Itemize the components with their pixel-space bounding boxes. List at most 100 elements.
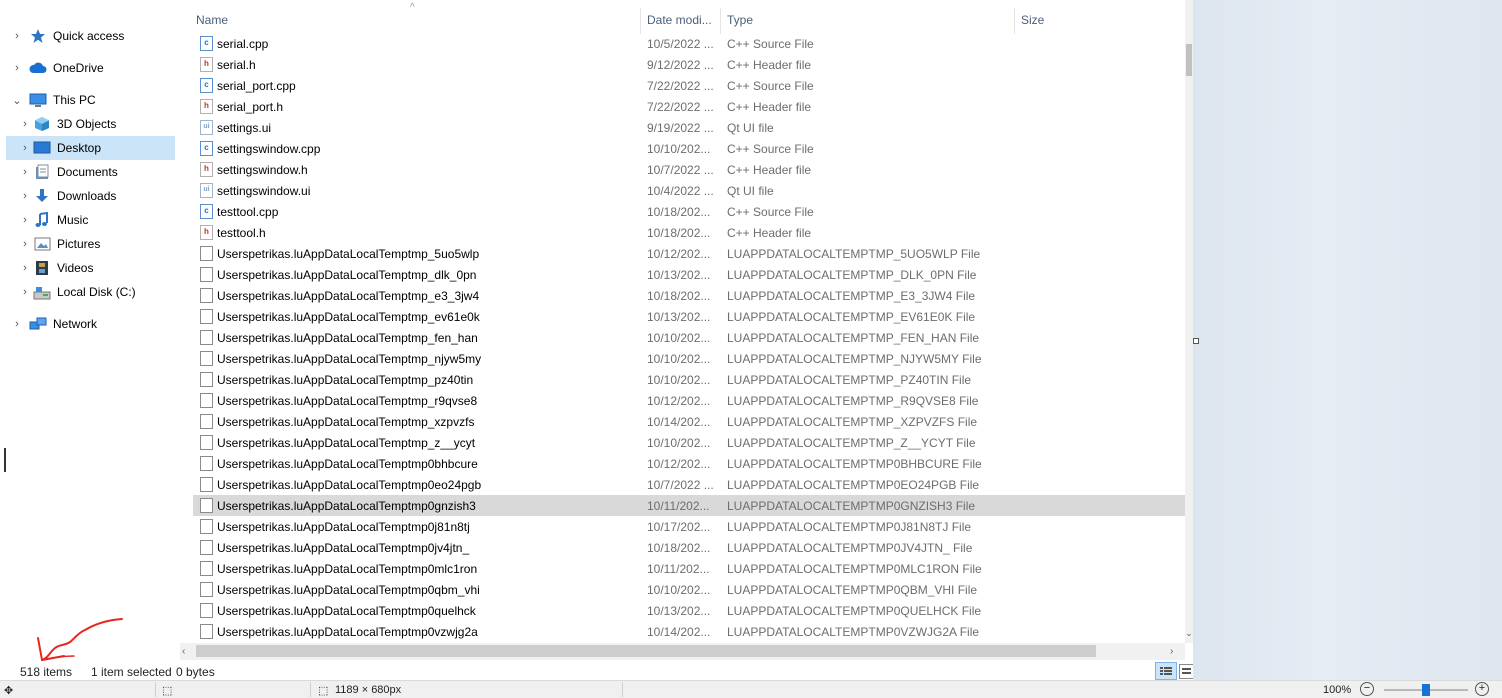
expand-chevron-icon[interactable]: ›	[11, 62, 23, 74]
file-date-modified: 10/11/202...	[647, 499, 710, 513]
expand-chevron-icon[interactable]: ›	[19, 286, 31, 298]
scroll-right-arrow-icon[interactable]: ›	[1170, 643, 1182, 660]
nav-item-label: Downloads	[57, 189, 117, 203]
nav-item-this-pc[interactable]: ⌄ This PC	[6, 88, 175, 112]
table-row[interactable]: h serial.h 9/12/2022 ... C++ Header file	[193, 54, 1185, 75]
expand-chevron-icon[interactable]: ›	[11, 30, 23, 42]
file-name: Userspetrikas.luAppDataLocalTemptmp_xzpv…	[217, 415, 475, 429]
nav-item-3d-objects[interactable]: › 3D Objects	[6, 112, 175, 136]
nav-item-documents[interactable]: › Documents	[6, 160, 175, 184]
column-divider[interactable]	[1014, 8, 1015, 34]
file-type: LUAPPDATALOCALTEMPTMP0QUELHCK File	[727, 604, 982, 618]
table-row[interactable]: Userspetrikas.luAppDataLocalTemptmp0j81n…	[193, 516, 1185, 537]
file-date-modified: 10/10/202...	[647, 583, 711, 597]
file-date-modified: 10/10/202...	[647, 331, 711, 345]
nav-item-pictures[interactable]: › Pictures	[6, 232, 175, 256]
scroll-down-arrow-icon[interactable]: ⌄	[1185, 628, 1193, 640]
file-icon	[200, 246, 213, 261]
nav-item-music[interactable]: › Music	[6, 208, 175, 232]
file-name: Userspetrikas.luAppDataLocalTemptmp0jv4j…	[217, 541, 470, 555]
column-size[interactable]: Size	[1021, 13, 1044, 27]
details-view-icon	[1160, 667, 1172, 675]
table-row[interactable]: h testtool.h 10/18/202... C++ Header file	[193, 222, 1185, 243]
horizontal-scroll-thumb[interactable]	[196, 645, 1096, 657]
nav-item-label: 3D Objects	[57, 117, 117, 131]
expand-chevron-icon[interactable]: ›	[19, 238, 31, 250]
table-row[interactable]: c testtool.cpp 10/18/202... C++ Source File	[193, 201, 1185, 222]
table-row[interactable]: Userspetrikas.luAppDataLocalTemptmp_ev61…	[193, 306, 1185, 327]
zoom-slider-thumb[interactable]	[1422, 684, 1430, 696]
zoom-in-button[interactable]: +	[1475, 682, 1489, 696]
nav-item-network[interactable]: › Network	[6, 312, 175, 336]
file-icon	[200, 372, 213, 387]
table-row[interactable]: Userspetrikas.luAppDataLocalTemptmp_xzpv…	[193, 411, 1185, 432]
file-name: Userspetrikas.luAppDataLocalTemptmp_r9qv…	[217, 394, 478, 408]
expand-chevron-icon[interactable]: ›	[19, 214, 31, 226]
selection-icon: ⬚	[162, 685, 173, 697]
resize-handle[interactable]	[1193, 338, 1199, 344]
hard-drive-icon	[33, 284, 51, 300]
table-row[interactable]: Userspetrikas.luAppDataLocalTemptmp_e3_3…	[193, 285, 1185, 306]
nav-item-onedrive[interactable]: › OneDrive	[6, 56, 175, 80]
file-icon	[200, 603, 213, 618]
documents-icon	[33, 164, 51, 180]
table-row[interactable]: Userspetrikas.luAppDataLocalTemptmp0jv4j…	[193, 537, 1185, 558]
file-type: LUAPPDATALOCALTEMPTMP_EV61E0K File	[727, 310, 976, 324]
table-row[interactable]: c settingswindow.cpp 10/10/202... C++ Sourc…	[193, 138, 1185, 159]
table-row[interactable]: h serial_port.h 7/22/2022 ... C++ Header fi…	[193, 96, 1185, 117]
table-row[interactable]: c serial_port.cpp 7/22/2022 ... C++ Source …	[193, 75, 1185, 96]
file-icon	[200, 309, 213, 324]
table-row[interactable]: Userspetrikas.luAppDataLocalTemptmp_z__y…	[193, 432, 1185, 453]
h-file-icon: h	[200, 57, 213, 72]
file-name: Userspetrikas.luAppDataLocalTemptmp0bhbc…	[217, 457, 478, 471]
column-date-modified[interactable]: Date modi...	[647, 13, 712, 27]
file-date-modified: 10/11/202...	[647, 562, 710, 576]
table-row[interactable]: Userspetrikas.luAppDataLocalTemptmp_pz40…	[193, 369, 1185, 390]
vertical-scrollbar[interactable]	[1185, 0, 1193, 643]
column-name[interactable]: Name	[196, 13, 228, 27]
scroll-left-arrow-icon[interactable]: ‹	[182, 643, 194, 660]
table-row[interactable]: Userspetrikas.luAppDataLocalTemptmp_fen_…	[193, 327, 1185, 348]
table-row[interactable]: Userspetrikas.luAppDataLocalTemptmp_njyw…	[193, 348, 1185, 369]
expand-chevron-icon[interactable]: ›	[11, 318, 23, 330]
collapse-chevron-icon[interactable]: ⌄	[11, 94, 23, 107]
expand-chevron-icon[interactable]: ›	[19, 142, 31, 154]
expand-chevron-icon[interactable]: ›	[19, 262, 31, 274]
file-icon	[200, 414, 213, 429]
details-view-button[interactable]	[1155, 662, 1177, 680]
separator	[622, 682, 623, 697]
table-row[interactable]: h settingswindow.h 10/7/2022 ... C++ Header…	[193, 159, 1185, 180]
table-row[interactable]: Userspetrikas.luAppDataLocalTemptmp0quel…	[193, 600, 1185, 621]
nav-item-downloads[interactable]: › Downloads	[6, 184, 175, 208]
zoom-out-button[interactable]: −	[1360, 682, 1374, 696]
table-row[interactable]: Userspetrikas.luAppDataLocalTemptmp_dlk_…	[193, 264, 1185, 285]
large-icons-view-button[interactable]	[1179, 664, 1193, 679]
expand-chevron-icon[interactable]: ›	[19, 166, 31, 178]
table-row[interactable]: Userspetrikas.luAppDataLocalTemptmp0gnzi…	[193, 495, 1185, 516]
table-row[interactable]: c serial.cpp 10/5/2022 ... C++ Source File	[193, 33, 1185, 54]
table-row[interactable]: Userspetrikas.luAppDataLocalTemptmp0qbm_…	[193, 579, 1185, 600]
red-arrow-annotation	[37, 618, 123, 661]
table-row[interactable]: Userspetrikas.luAppDataLocalTemptmp0mlc1…	[193, 558, 1185, 579]
table-row[interactable]: ui settings.ui 9/19/2022 ... Qt UI file	[193, 117, 1185, 138]
expand-chevron-icon[interactable]: ›	[19, 190, 31, 202]
file-type: C++ Source File	[727, 205, 814, 219]
expand-chevron-icon[interactable]: ›	[19, 118, 31, 130]
table-row[interactable]: Userspetrikas.luAppDataLocalTemptmp_r9qv…	[193, 390, 1185, 411]
table-row[interactable]: Userspetrikas.luAppDataLocalTemptmp0eo24…	[193, 474, 1185, 495]
column-divider[interactable]	[640, 8, 641, 34]
nav-item-quick-access[interactable]: › Quick access	[6, 24, 175, 48]
table-row[interactable]: Userspetrikas.luAppDataLocalTemptmp_5uo5…	[193, 243, 1185, 264]
nav-item-videos[interactable]: › Videos	[6, 256, 175, 280]
vertical-scroll-thumb[interactable]	[1186, 44, 1192, 76]
file-type: LUAPPDATALOCALTEMPTMP0BHBCURE File	[727, 457, 982, 471]
table-row[interactable]: ui settingswindow.ui 10/4/2022 ... Qt UI fi…	[193, 180, 1185, 201]
file-icon	[200, 435, 213, 450]
nav-item-desktop[interactable]: › Desktop	[6, 136, 175, 160]
column-type[interactable]: Type	[727, 13, 753, 27]
nav-item-local-disk-c[interactable]: › Local Disk (C:)	[6, 280, 175, 304]
file-date-modified: 10/10/202...	[647, 352, 711, 366]
table-row[interactable]: Userspetrikas.luAppDataLocalTemptmp0bhbc…	[193, 453, 1185, 474]
column-divider[interactable]	[720, 8, 721, 34]
table-row[interactable]: Userspetrikas.luAppDataLocalTemptmp0vzwj…	[193, 621, 1185, 642]
